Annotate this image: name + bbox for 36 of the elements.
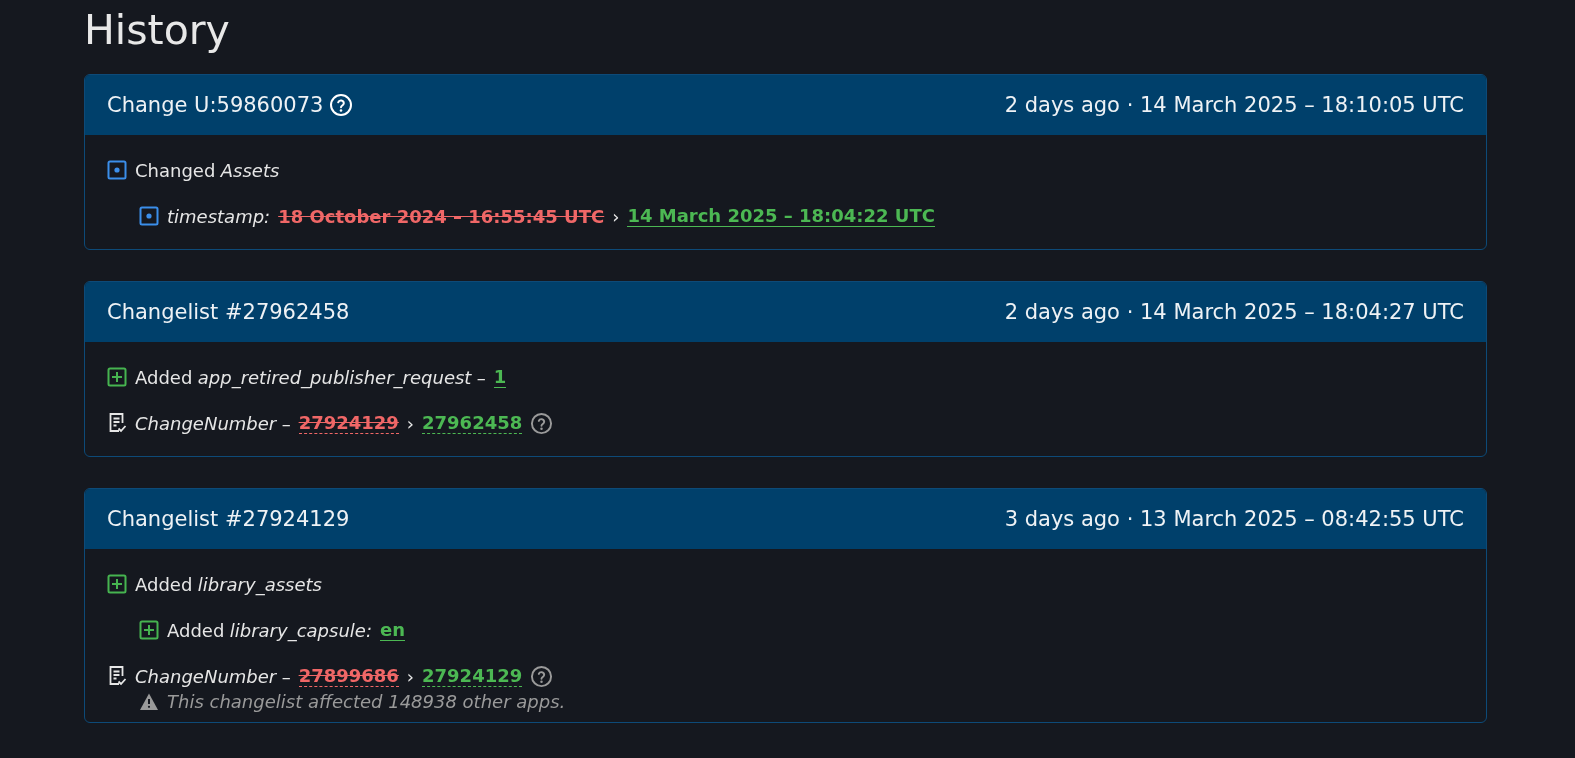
change-text: ChangeNumber – bbox=[135, 412, 291, 434]
dot-square-icon bbox=[107, 160, 127, 180]
arrow-text: › bbox=[406, 665, 415, 687]
card-timestamp: 2 days ago · 14 March 2025 – 18:10:05 UTC bbox=[1004, 93, 1464, 117]
card-title: Changelist #27962458 bbox=[107, 300, 350, 324]
card-title: Changelist #27924129 bbox=[107, 507, 350, 531]
old-value: 18 October 2024 – 16:55:45 UTC bbox=[278, 205, 605, 227]
new-value: 27962458 bbox=[422, 412, 523, 434]
change-text: Added library_assets bbox=[135, 573, 322, 595]
change-text: Changed Assets bbox=[135, 159, 280, 181]
warning-icon bbox=[139, 691, 159, 712]
change-text: Added library_capsule: bbox=[167, 619, 372, 641]
checklist-icon bbox=[107, 665, 127, 687]
help-icon[interactable] bbox=[530, 664, 554, 688]
new-value: 1 bbox=[493, 366, 507, 388]
plus-square-icon bbox=[139, 620, 159, 640]
new-value: en bbox=[379, 619, 405, 641]
arrow-text: › bbox=[406, 412, 415, 434]
new-value: 27924129 bbox=[422, 665, 523, 687]
dot-square-icon bbox=[139, 206, 159, 226]
card-timestamp: 2 days ago · 14 March 2025 – 18:04:27 UTC bbox=[1004, 300, 1464, 324]
change-text: timestamp: bbox=[167, 205, 271, 227]
plus-square-icon bbox=[107, 574, 127, 594]
change-text: Added app_retired_publisher_request – bbox=[135, 366, 486, 388]
card-title: Change U:59860073 bbox=[107, 93, 324, 117]
help-icon[interactable] bbox=[530, 411, 554, 435]
plus-square-icon bbox=[107, 367, 127, 387]
card-timestamp: 3 days ago · 13 March 2025 – 08:42:55 UTC bbox=[1004, 507, 1464, 531]
old-value: 27924129 bbox=[298, 412, 399, 434]
new-value: 14 March 2025 – 18:04:22 UTC bbox=[627, 205, 935, 227]
page-title: History bbox=[84, 5, 231, 56]
checklist-icon bbox=[107, 412, 127, 434]
change-text: ChangeNumber – bbox=[135, 665, 291, 687]
old-value: 27899686 bbox=[298, 665, 399, 687]
arrow-text: › bbox=[612, 205, 620, 227]
warning-text: This changelist affected 148938 other apps. bbox=[167, 691, 566, 712]
